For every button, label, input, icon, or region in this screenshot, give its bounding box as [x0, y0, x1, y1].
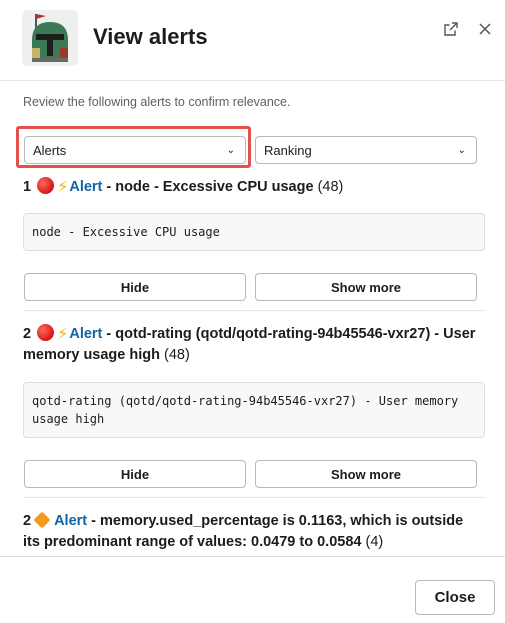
- lightning-icon: ⚡: [57, 179, 69, 196]
- alert-count: (48): [164, 347, 190, 363]
- alert-title: 2 Alert - memory.used_percentage is 0.116…: [23, 511, 464, 550]
- alert-type-select-value: Alerts: [33, 142, 67, 158]
- alert-link[interactable]: Alert: [54, 513, 87, 529]
- show-more-button[interactable]: Show more: [255, 273, 477, 301]
- sort-select[interactable]: Ranking ⌄: [255, 136, 477, 164]
- lightning-icon: ⚡: [57, 326, 69, 343]
- app-avatar-helmet-icon: [22, 10, 78, 66]
- alert-detail: node - Excessive CPU usage: [23, 213, 485, 251]
- footer-divider: [0, 556, 505, 557]
- alert-title: 2 ⚡Alert - qotd-rating (qotd/qotd-rating…: [23, 324, 476, 363]
- red-circle-icon: [37, 177, 55, 194]
- alert-link[interactable]: Alert: [69, 179, 102, 195]
- chevron-down-icon: ⌄: [457, 144, 466, 156]
- close-icon[interactable]: [474, 18, 496, 40]
- alert-type-select[interactable]: Alerts ⌄: [24, 136, 246, 164]
- modal-title: View alerts: [93, 24, 208, 49]
- modal-body[interactable]: Review the following alerts to confirm r…: [0, 81, 505, 556]
- modal-subtitle: Review the following alerts to confirm r…: [23, 95, 291, 109]
- alert-count: (4): [365, 534, 384, 550]
- alert-title: 1 ⚡Alert - node - Excessive CPU usage (4…: [23, 177, 344, 196]
- show-more-button[interactable]: Show more: [255, 460, 477, 488]
- sort-select-value: Ranking: [264, 142, 312, 158]
- alert-detail: qotd-rating (qotd/qotd-rating-94b45546-v…: [23, 382, 485, 438]
- chevron-down-icon: ⌄: [226, 144, 235, 156]
- alert-link[interactable]: Alert: [69, 326, 102, 342]
- modal-header: View alerts: [0, 0, 505, 80]
- red-circle-icon: [37, 324, 55, 341]
- alert-divider: [23, 497, 485, 498]
- open-external-icon[interactable]: [440, 18, 462, 40]
- alert-count: (48): [317, 179, 344, 195]
- alert-divider: [23, 310, 485, 311]
- orange-diamond-icon: [33, 511, 51, 529]
- hide-button[interactable]: Hide: [24, 460, 246, 488]
- hide-button[interactable]: Hide: [24, 273, 246, 301]
- close-button[interactable]: Close: [415, 580, 495, 615]
